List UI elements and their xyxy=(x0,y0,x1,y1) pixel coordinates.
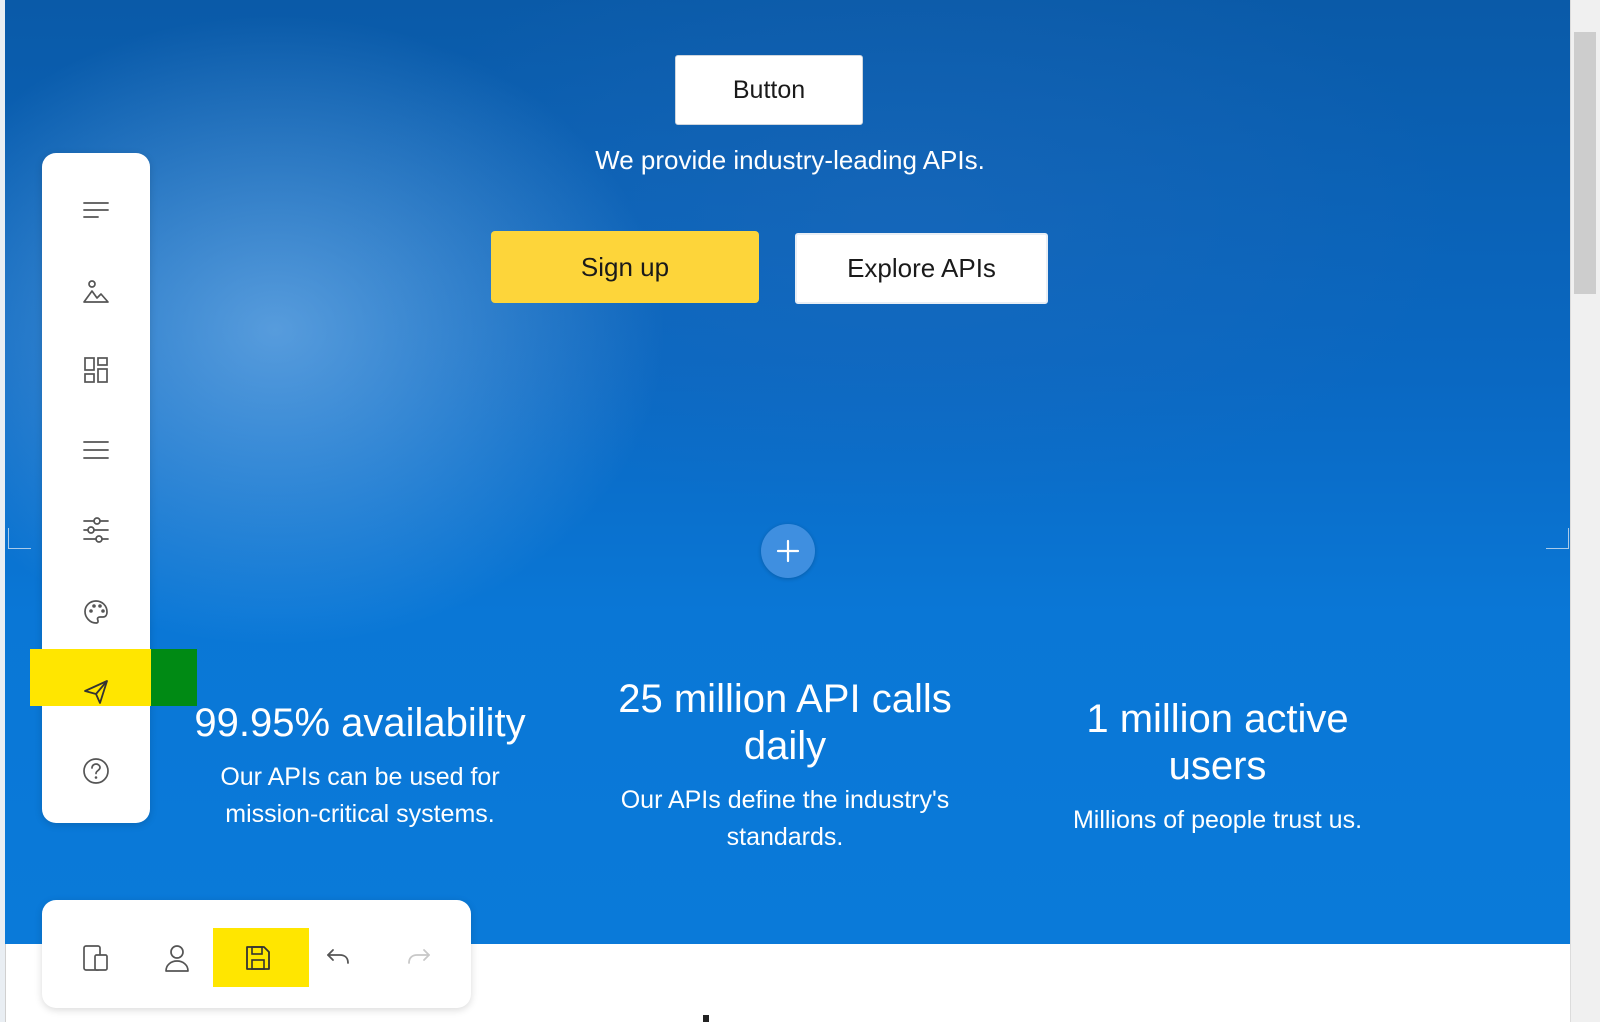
editor-sidebar xyxy=(42,153,150,823)
layout-icon xyxy=(84,357,108,383)
user-icon xyxy=(165,945,189,972)
sidebar-item-help[interactable] xyxy=(42,741,150,801)
partial-heading-glyph xyxy=(703,1015,709,1022)
menu-icon xyxy=(83,441,109,459)
sidebar-item-text[interactable] xyxy=(42,180,150,240)
stat-title: 25 million API calls daily xyxy=(618,677,952,768)
stat-description: Millions of people trust us. xyxy=(1072,806,1363,834)
plus-icon xyxy=(776,539,800,563)
scrollbar-thumb[interactable] xyxy=(1574,32,1596,294)
save-icon xyxy=(246,946,270,970)
generic-button[interactable]: Button xyxy=(675,55,863,125)
toolbar-redo-button[interactable] xyxy=(384,929,454,987)
sidebar-item-theme[interactable] xyxy=(42,582,150,642)
sidebar-item-publish[interactable] xyxy=(42,662,150,722)
send-icon xyxy=(84,680,108,704)
stat-availability: 99.95% availability Our APIs can be used… xyxy=(185,700,535,833)
explore-apis-button[interactable]: Explore APIs xyxy=(795,233,1048,304)
help-icon xyxy=(83,758,109,784)
toolbar-save-button[interactable] xyxy=(223,929,293,987)
sliders-icon xyxy=(83,517,109,543)
resize-corner-right xyxy=(1546,528,1569,549)
stat-description: Our APIs define the industry's standards… xyxy=(620,786,950,851)
sidebar-item-menu[interactable] xyxy=(42,420,150,480)
undo-icon xyxy=(327,949,349,964)
stat-description: Our APIs can be used for mission-critica… xyxy=(220,763,500,828)
palette-icon xyxy=(84,600,108,624)
add-block-button[interactable] xyxy=(761,524,815,578)
stat-title: 99.95% availability xyxy=(194,701,526,745)
redo-icon xyxy=(408,949,430,964)
stat-api-calls: 25 million API calls daily Our APIs defi… xyxy=(595,676,975,856)
sidebar-item-image[interactable] xyxy=(42,261,150,321)
sidebar-item-layout[interactable] xyxy=(42,340,150,400)
devices-icon xyxy=(83,945,108,971)
stat-active-users: 1 million active users Millions of peopl… xyxy=(1040,696,1395,839)
resize-corner-left xyxy=(8,528,31,549)
text-lines-icon xyxy=(83,202,109,218)
toolbar-devices-button[interactable] xyxy=(61,929,131,987)
stat-title: 1 million active users xyxy=(1086,697,1349,788)
toolbar-user-button[interactable] xyxy=(142,929,212,987)
sidebar-item-settings[interactable] xyxy=(42,500,150,560)
sign-up-button[interactable]: Sign up xyxy=(491,231,759,303)
toolbar-undo-button[interactable] xyxy=(303,929,373,987)
highlight-green xyxy=(151,649,197,706)
image-icon xyxy=(83,280,109,303)
hero-tagline: We provide industry-leading APIs. xyxy=(595,145,985,175)
